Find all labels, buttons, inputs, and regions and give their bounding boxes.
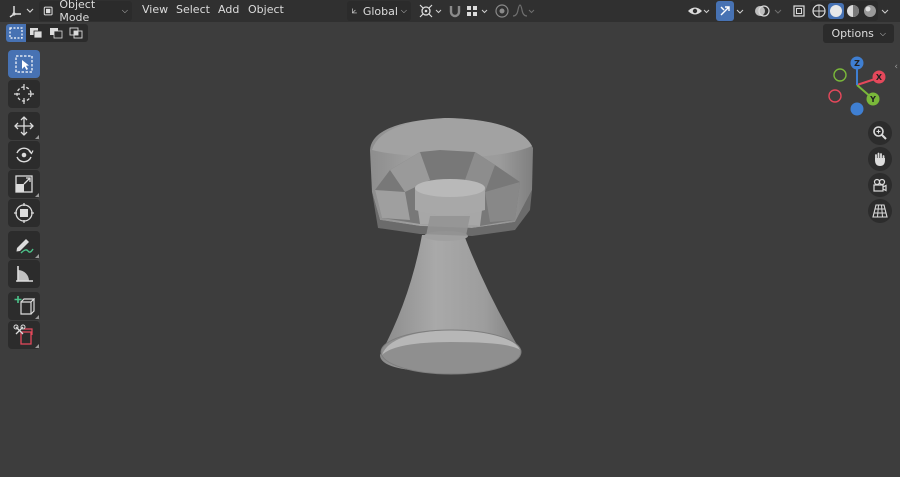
object-mode-icon — [43, 6, 53, 16]
shading-icons — [812, 3, 876, 19]
xray-icon — [793, 5, 805, 17]
chevron-down-icon — [881, 9, 889, 14]
magnet-icon — [449, 6, 461, 18]
select-extend-icon — [30, 28, 43, 39]
select-subtract-icon — [50, 28, 63, 39]
tool-cursor[interactable] — [8, 80, 40, 108]
select-new-icon — [9, 27, 23, 39]
measure-icon — [16, 266, 33, 282]
gizmo-toggle[interactable] — [716, 1, 734, 21]
xray-toggle[interactable] — [790, 1, 808, 21]
tool-select-box[interactable] — [8, 50, 40, 78]
annotate-pencil-icon — [16, 239, 34, 254]
hand-icon — [875, 152, 885, 166]
3d-cursor-icon — [14, 84, 34, 104]
falloff-curve-icon — [512, 4, 535, 17]
x-axis-label: X — [876, 73, 883, 82]
proportional-editing-icon — [495, 4, 509, 18]
tool-options-indicator — [35, 193, 39, 197]
add-cube-icon — [14, 296, 35, 315]
3d-viewport-icon — [9, 6, 34, 18]
rotate-icon — [16, 147, 34, 163]
negative-z-axis-handle[interactable] — [850, 102, 864, 116]
add-object-icon — [13, 324, 33, 345]
mode-label: Object Mode — [59, 0, 96, 24]
transform-orientation-dropdown[interactable]: Global ⌵ — [347, 1, 411, 21]
chevron-down-icon — [774, 9, 782, 14]
viewport-header: Object Mode ⌵ View Select Add Object Glo… — [0, 0, 900, 24]
tool-options-indicator — [35, 344, 39, 348]
snap-target-dropdown[interactable] — [464, 1, 490, 21]
select-intersect-button[interactable] — [66, 24, 86, 42]
pivot-point-button[interactable] — [418, 1, 442, 21]
scale-icon — [15, 175, 33, 193]
zoom-magnifier-icon — [873, 126, 887, 140]
chevron-down-icon: ⌵ — [121, 6, 128, 15]
perspective-grid-icon — [872, 204, 888, 218]
navigation-gizmo[interactable]: Z X Y — [822, 50, 892, 120]
pan-button[interactable] — [868, 147, 892, 171]
overlays-dropdown[interactable] — [772, 1, 784, 21]
tool-annotate[interactable] — [8, 231, 40, 259]
move-icon — [14, 116, 34, 136]
shading-mode-group — [810, 1, 878, 21]
select-box-icon — [15, 55, 33, 73]
select-intersect-icon — [69, 27, 83, 39]
gizmo-dropdown[interactable] — [734, 1, 746, 21]
rocket-nozzle-model[interactable] — [360, 110, 540, 400]
negative-y-axis-handle[interactable] — [833, 68, 847, 82]
select-extend-button[interactable] — [26, 24, 46, 42]
camera-icon — [873, 178, 887, 192]
tool-add-cube[interactable] — [8, 292, 40, 320]
sidebar-toggle-icon[interactable]: ‹ — [894, 62, 898, 72]
chevron-down-icon — [736, 9, 744, 14]
editor-type-button[interactable] — [6, 1, 36, 21]
tool-rotate[interactable] — [8, 141, 40, 169]
options-dropdown[interactable]: Options ⌵ — [823, 24, 894, 43]
selection-mode-group — [6, 24, 88, 42]
select-new-button[interactable] — [6, 24, 26, 42]
menu-add[interactable]: Add — [218, 3, 239, 16]
transform-icon — [14, 203, 34, 223]
falloff-dropdown[interactable] — [512, 1, 536, 21]
mode-dropdown[interactable]: Object Mode ⌵ — [39, 0, 132, 24]
zoom-button[interactable] — [868, 121, 892, 145]
overlays-toggle[interactable] — [752, 1, 772, 21]
options-label: Options — [831, 27, 874, 40]
tool-add-object[interactable] — [8, 321, 40, 349]
eye-icon — [688, 7, 710, 15]
z-axis-label: Z — [854, 59, 860, 68]
tool-options-indicator — [35, 254, 39, 258]
gizmo-icon — [720, 6, 730, 16]
perspective-toggle-button[interactable] — [868, 199, 892, 223]
select-subtract-button[interactable] — [46, 24, 66, 42]
object-visibility-dropdown[interactable] — [686, 1, 712, 21]
3d-viewport[interactable]: Object Mode ⌵ View Select Add Object Glo… — [0, 0, 900, 477]
tool-measure[interactable] — [8, 260, 40, 288]
tool-scale[interactable] — [8, 170, 40, 198]
overlays-icon — [755, 5, 770, 17]
menu-view[interactable]: View — [142, 3, 168, 16]
shading-dropdown[interactable] — [878, 1, 892, 21]
snap-grid-icon — [467, 6, 488, 16]
snap-toggle[interactable] — [446, 1, 464, 21]
chevron-down-icon: ⌵ — [400, 6, 407, 15]
tool-transform[interactable] — [8, 199, 40, 227]
orientation-icon — [352, 8, 357, 14]
proportional-editing-toggle[interactable] — [494, 1, 510, 21]
camera-view-button[interactable] — [868, 173, 892, 197]
orientation-label: Global — [362, 4, 398, 18]
negative-x-axis-handle[interactable] — [828, 89, 842, 103]
chevron-down-icon: ⌵ — [879, 28, 886, 38]
y-axis-label: Y — [869, 95, 876, 104]
menu-object[interactable]: Object — [248, 3, 284, 16]
tool-options-indicator — [35, 135, 39, 139]
tool-move[interactable] — [8, 112, 40, 140]
pivot-icon — [419, 4, 442, 18]
tool-options-indicator — [35, 315, 39, 319]
tool-settings-row: Options ⌵ — [0, 22, 900, 44]
menu-select[interactable]: Select — [176, 3, 210, 16]
